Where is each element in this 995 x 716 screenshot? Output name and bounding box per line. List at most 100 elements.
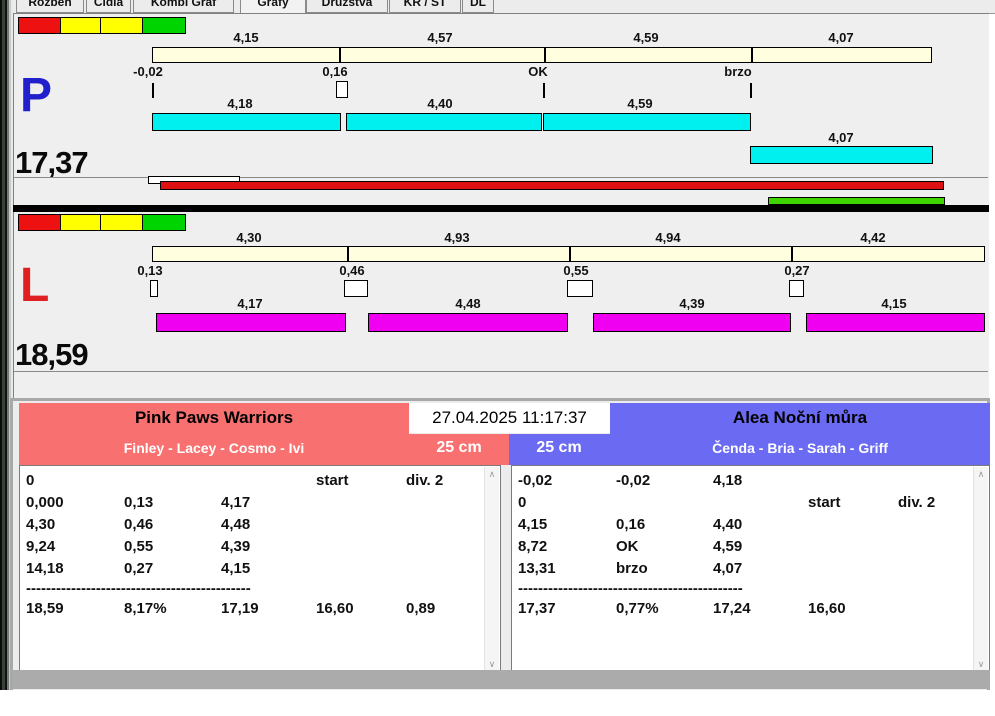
- scroll-up-icon[interactable]: ∧: [485, 467, 499, 481]
- dog-bar: [750, 146, 933, 164]
- table-cell: 0: [518, 494, 527, 511]
- team-left-height: 25 cm: [436, 439, 482, 456]
- table-cell: start: [316, 472, 349, 489]
- team-left-name: Pink Paws Warriors: [134, 408, 294, 427]
- cross-label: -0,02: [133, 64, 163, 79]
- table-cell: 14,18: [26, 560, 64, 577]
- cross-error-box: [336, 81, 348, 98]
- dog-time-label: 4,40: [427, 96, 453, 111]
- cross-label: 0,46: [339, 263, 365, 278]
- table-row: 13,31 brzo 4,07: [518, 560, 969, 582]
- cross-label: 0,27: [784, 263, 810, 278]
- table-cell: 8,17%: [124, 600, 167, 617]
- table-cell: 17,19: [221, 600, 259, 617]
- lane-divider: [13, 205, 989, 212]
- split-bar: [152, 47, 932, 63]
- scroll-down-icon[interactable]: ∨: [485, 657, 499, 671]
- split-label: 4,59: [633, 30, 659, 45]
- lane-letter: L: [20, 259, 50, 312]
- status-square-red: [18, 17, 61, 34]
- split-divider: [544, 48, 546, 62]
- table-cell: 4,18: [713, 472, 743, 489]
- dog-bar: [543, 113, 751, 131]
- team-right-height: 25 cm: [536, 439, 582, 456]
- table-cell: 4,39: [221, 538, 251, 555]
- table-cell: 0,77%: [616, 600, 659, 617]
- tab-grafy[interactable]: Grafy: [240, 0, 306, 13]
- results-right-textarea[interactable]: -0,02 -0,02 4,18 0 start div. 2 4,15 0,16 4,40 8,…: [511, 465, 990, 673]
- lane-total-time: 18,59: [15, 337, 89, 372]
- table-cell: 4,17: [221, 494, 251, 511]
- table-cell: 4,30: [26, 516, 56, 533]
- table-row: 4,30 0,46 4,48: [26, 516, 480, 538]
- team-right-subheader: 25 cm Čenda - Bria - Sarah - Griff: [509, 434, 990, 465]
- table-cell: 9,24: [26, 538, 56, 555]
- results-separator: ----------------------------------------…: [518, 580, 743, 597]
- table-cell: 16,60: [316, 600, 354, 617]
- table-cell: -0,02: [616, 472, 651, 489]
- dog-bar: [152, 113, 341, 131]
- tab-kr-st[interactable]: KR / ST: [389, 0, 461, 13]
- table-row: 8,72 OK 4,59: [518, 538, 969, 560]
- results-left-textarea[interactable]: 0 start div. 2 0,000 0,13 4,17 4,30 0,46 4,48 9,2…: [19, 465, 501, 673]
- split-divider: [791, 247, 793, 261]
- results-left-rows: 0 start div. 2 0,000 0,13 4,17 4,30 0,46 4,48 9,2…: [26, 472, 480, 582]
- app-window: Rozběh Čidla Kombi Graf Grafy Družstva K…: [0, 0, 995, 716]
- table-cell: OK: [616, 538, 639, 555]
- table-cell: 17,37: [518, 600, 556, 617]
- tab-rozbeh[interactable]: Rozběh: [16, 0, 84, 13]
- table-row: 0 start div. 2: [518, 494, 969, 516]
- dog-bar: [156, 313, 346, 332]
- table-cell: 8,72: [518, 538, 548, 555]
- cross-label: OK: [528, 64, 548, 79]
- split-divider: [347, 247, 349, 261]
- table-row: 0 start div. 2: [26, 472, 480, 494]
- table-row: 9,24 0,55 4,39: [26, 538, 480, 560]
- split-label: 4,30: [236, 230, 262, 245]
- split-label: 4,07: [828, 30, 854, 45]
- summary-bar-red: [160, 181, 944, 190]
- table-row: -0,02 -0,02 4,18: [518, 472, 969, 494]
- table-cell: 4,15: [518, 516, 548, 533]
- table-cell: 0: [26, 472, 35, 489]
- results-right-totals: 17,37 0,77% 17,24 16,60: [518, 600, 969, 622]
- table-cell: 0,89: [406, 600, 436, 617]
- tab-kombi-graf[interactable]: Kombi Graf: [133, 0, 234, 13]
- results-right-rows: -0,02 -0,02 4,18 0 start div. 2 4,15 0,16 4,40 8,…: [518, 472, 969, 582]
- cross-error-box: [344, 280, 368, 297]
- table-cell: 17,24: [713, 600, 751, 617]
- split-label: 4,94: [655, 230, 681, 245]
- tab-druzstva[interactable]: Družstva: [306, 0, 388, 13]
- table-cell: 0,16: [616, 516, 646, 533]
- status-square-yellow: [100, 214, 143, 231]
- dog-time-label: 4,48: [455, 296, 481, 311]
- status-square-yellow: [60, 214, 101, 231]
- scroll-down-icon[interactable]: ∨: [974, 657, 988, 671]
- team-right-name: Alea Noční můra: [732, 408, 868, 427]
- tab-bar: Rozběh Čidla Kombi Graf Grafy Družstva K…: [13, 0, 995, 14]
- dog-bar: [368, 313, 568, 332]
- scroll-up-icon[interactable]: ∧: [974, 467, 988, 481]
- table-cell: 0,46: [124, 516, 154, 533]
- status-square-green: [142, 214, 186, 231]
- team-left-header: Pink Paws Warriors: [19, 403, 409, 434]
- table-row: 4,15 0,16 4,40: [518, 516, 969, 538]
- split-label: 4,42: [860, 230, 886, 245]
- table-row: 14,18 0,27 4,15: [26, 560, 480, 582]
- split-label: 4,93: [444, 230, 470, 245]
- split-divider: [569, 247, 571, 261]
- split-label: 4,15: [233, 30, 259, 45]
- tab-dl[interactable]: DL: [462, 0, 494, 13]
- cross-tick: [152, 83, 154, 98]
- cross-tick: [750, 83, 752, 98]
- team-right-dogs: Čenda - Bria - Sarah - Griff: [712, 440, 888, 456]
- dog-bar: [593, 313, 791, 332]
- vertical-scrollbar[interactable]: ∧ ∨: [973, 467, 988, 671]
- dog-time-label: 4,15: [881, 296, 907, 311]
- dog-time-label: 4,07: [828, 130, 854, 145]
- tab-cidla[interactable]: Čidla: [86, 0, 131, 13]
- lane-total-time: 17,37: [15, 145, 89, 180]
- vertical-scrollbar[interactable]: ∧ ∨: [484, 467, 499, 671]
- table-cell: 0,000: [26, 494, 64, 511]
- scoreboard-panel: Pink Paws Warriors 27.04.2025 11:17:37 A…: [10, 398, 990, 690]
